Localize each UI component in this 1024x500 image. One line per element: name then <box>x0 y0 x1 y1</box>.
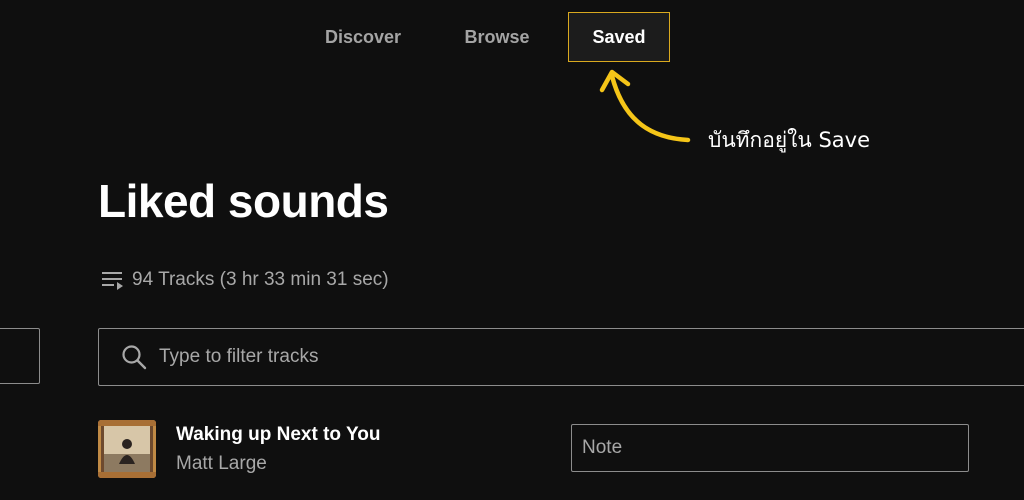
annotation-arrow-icon <box>599 69 691 143</box>
page-root: Discover Browse Saved บันทึกอยู่ใน Save … <box>0 0 1024 500</box>
left-panel-edge <box>0 328 40 384</box>
page-title: Liked sounds <box>98 175 389 227</box>
track-artist[interactable]: Matt Large <box>176 453 267 475</box>
tab-saved[interactable]: Saved <box>568 12 670 62</box>
tab-browse[interactable]: Browse <box>452 12 542 62</box>
search-input[interactable] <box>159 346 959 368</box>
playlist-icon <box>100 268 124 292</box>
album-art <box>98 420 156 478</box>
tab-discover[interactable]: Discover <box>312 12 414 62</box>
note-field[interactable] <box>571 424 969 472</box>
search-icon <box>121 344 147 370</box>
track-count-text: 94 Tracks (3 hr 33 min 31 sec) <box>132 269 389 290</box>
annotation-text: บันทึกอยู่ใน Save <box>708 128 870 152</box>
list-item[interactable]: Waking up Next to You Matt Large <box>98 418 978 480</box>
track-count: 94 Tracks (3 hr 33 min 31 sec) <box>100 266 389 294</box>
search-field[interactable] <box>98 328 1024 386</box>
track-title[interactable]: Waking up Next to You <box>176 424 380 446</box>
